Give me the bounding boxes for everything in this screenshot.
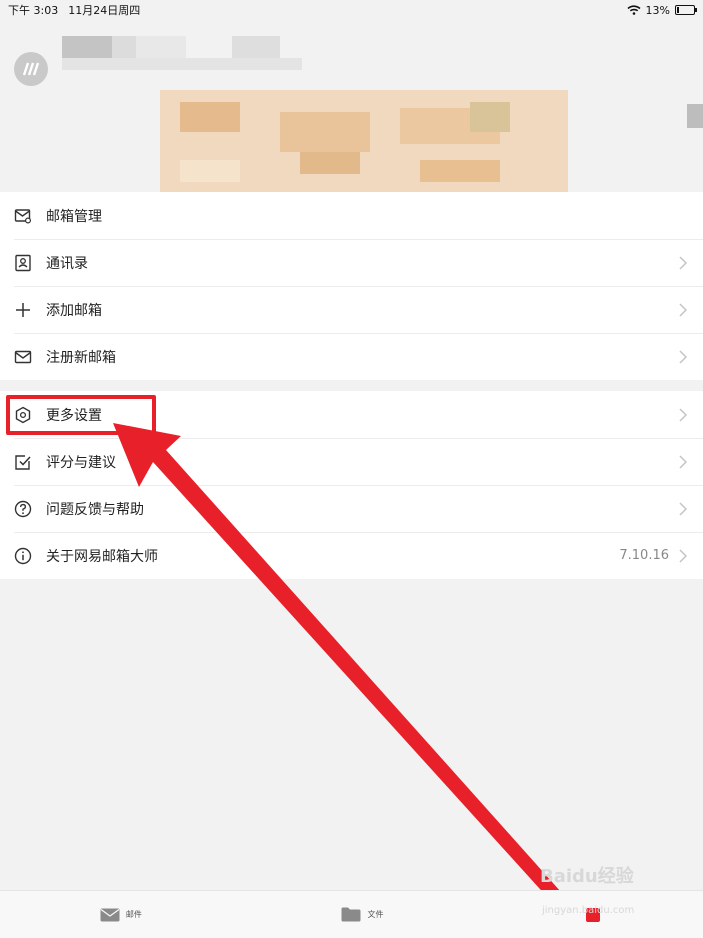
tab-files-label: 文件 [367, 910, 384, 919]
tab-mail-label: 邮件 [125, 910, 142, 919]
tab-mail[interactable]: 邮件 [100, 908, 142, 922]
folder-icon [341, 907, 361, 922]
watermark-url: jingyan.baidu.com [542, 905, 635, 916]
mail-tab-icon [100, 908, 120, 921]
watermark: Baidu经验 [540, 866, 634, 887]
annotation-arrow [113, 423, 578, 920]
tab-files[interactable]: 文件 [341, 907, 383, 922]
